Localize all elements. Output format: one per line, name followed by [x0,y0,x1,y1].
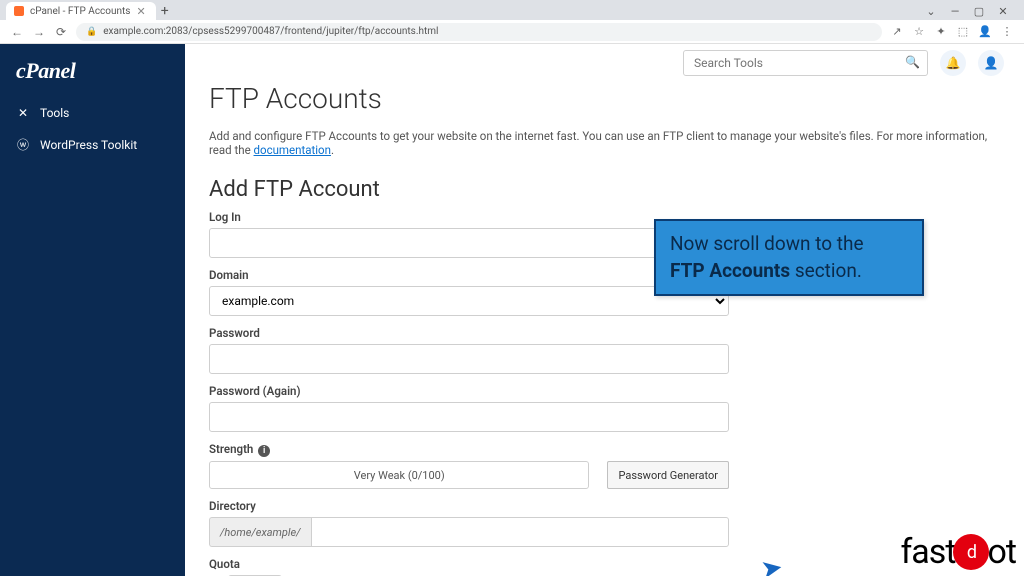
main: 🔍 🔔 👤 FTP Accounts Add and configure FTP… [185,44,1024,576]
password-again-input[interactable] [209,402,729,432]
field-directory: Directory /home/example/ [209,499,729,547]
sidebar-item-label: Tools [40,106,69,120]
menu-icon[interactable]: ⋮ [1000,25,1014,38]
profile-icon[interactable]: 👤 [978,25,992,38]
favicon [14,6,24,16]
add-ftp-form: Log In @ Domain example.com Password [209,210,729,576]
star-icon[interactable]: ☆ [912,25,926,38]
account-button[interactable]: 👤 [978,50,1004,76]
strength-meter: Very Weak (0/100) [209,461,589,489]
tools-icon: ✕ [16,106,30,120]
content: FTP Accounts Add and configure FTP Accou… [185,82,1024,576]
chevron-down-icon[interactable]: ⌄ [922,5,940,18]
sidebar-item-wordpress-toolkit[interactable]: ⓦ WordPress Toolkit [0,128,185,161]
cpanel-logo: cPanel [0,56,185,98]
field-domain: Domain example.com [209,268,729,316]
password-label: Password [209,326,729,340]
nav-back-button[interactable]: ← [10,25,24,39]
page-title: FTP Accounts [209,82,1000,115]
close-icon[interactable]: ✕ [136,5,145,18]
topbar: 🔍 🔔 👤 [185,44,1024,82]
password-generator-button[interactable]: Password Generator [607,461,729,489]
minimize-button[interactable]: — [946,5,964,18]
reload-button[interactable]: ⟳ [54,25,68,39]
share-icon[interactable]: ↗ [890,25,904,38]
address-bar: ← → ⟳ 🔒 example.com:2083/cpsess529970048… [0,20,1024,44]
field-login: Log In @ [209,210,729,258]
domain-select[interactable]: example.com [209,286,729,316]
tab-strip: cPanel - FTP Accounts ✕ + ⌄ — ▢ ✕ [0,0,1024,20]
toolbar-icons: ↗ ☆ ✦ ⬚ 👤 ⋮ [890,25,1014,38]
documentation-link[interactable]: documentation [254,143,331,157]
field-password: Password [209,326,729,374]
password-again-label: Password (Again) [209,384,729,398]
close-button[interactable]: ✕ [994,5,1012,18]
window-controls: ⌄ — ▢ ✕ [916,2,1018,20]
field-strength: Strength i Very Weak (0/100) Password Ge… [209,442,729,489]
app: cPanel ✕ Tools ⓦ WordPress Toolkit 🔍 🔔 👤… [0,44,1024,576]
nav-forward-button[interactable]: → [32,25,46,39]
info-icon[interactable]: i [258,445,270,457]
puzzle-icon[interactable]: ⬚ [956,25,970,38]
tab-title: cPanel - FTP Accounts [30,6,130,17]
sidebar-item-label: WordPress Toolkit [40,138,137,152]
strength-label: Strength i [209,442,729,457]
domain-label: Domain [209,268,729,282]
url-input[interactable]: 🔒 example.com:2083/cpsess5299700487/fron… [76,23,882,41]
fastdot-logo: fastdot [900,532,1016,572]
browser-chrome: cPanel - FTP Accounts ✕ + ⌄ — ▢ ✕ ← → ⟳ … [0,0,1024,44]
search-icon[interactable]: 🔍 [905,55,920,69]
directory-label: Directory [209,499,729,513]
quota-label: Quota [209,557,729,571]
sidebar: cPanel ✕ Tools ⓦ WordPress Toolkit [0,44,185,576]
search-input[interactable] [683,50,928,76]
extension-icon[interactable]: ✦ [934,25,948,38]
password-input[interactable] [209,344,729,374]
login-label: Log In [209,210,729,224]
sidebar-item-tools[interactable]: ✕ Tools [0,98,185,128]
bell-icon: 🔔 [946,56,961,70]
tutorial-callout: Now scroll down to the FTP Accounts sect… [654,219,924,296]
user-icon: 👤 [984,56,999,70]
intro-text: Add and configure FTP Accounts to get yo… [209,129,1000,157]
search-wrap: 🔍 [683,50,928,76]
browser-tab[interactable]: cPanel - FTP Accounts ✕ [6,2,156,20]
lock-icon: 🔒 [86,27,97,37]
directory-input[interactable] [311,517,729,547]
url-text: example.com:2083/cpsess5299700487/fronte… [103,26,438,37]
new-tab-button[interactable]: + [156,2,174,20]
field-quota: Quota MB Unlimited [209,557,729,576]
section-title: Add FTP Account [209,177,1000,202]
directory-prefix: /home/example/ [209,517,311,547]
notifications-button[interactable]: 🔔 [940,50,966,76]
wordpress-icon: ⓦ [16,136,30,153]
field-password-again: Password (Again) [209,384,729,432]
login-input[interactable] [209,228,699,258]
maximize-button[interactable]: ▢ [970,5,988,18]
